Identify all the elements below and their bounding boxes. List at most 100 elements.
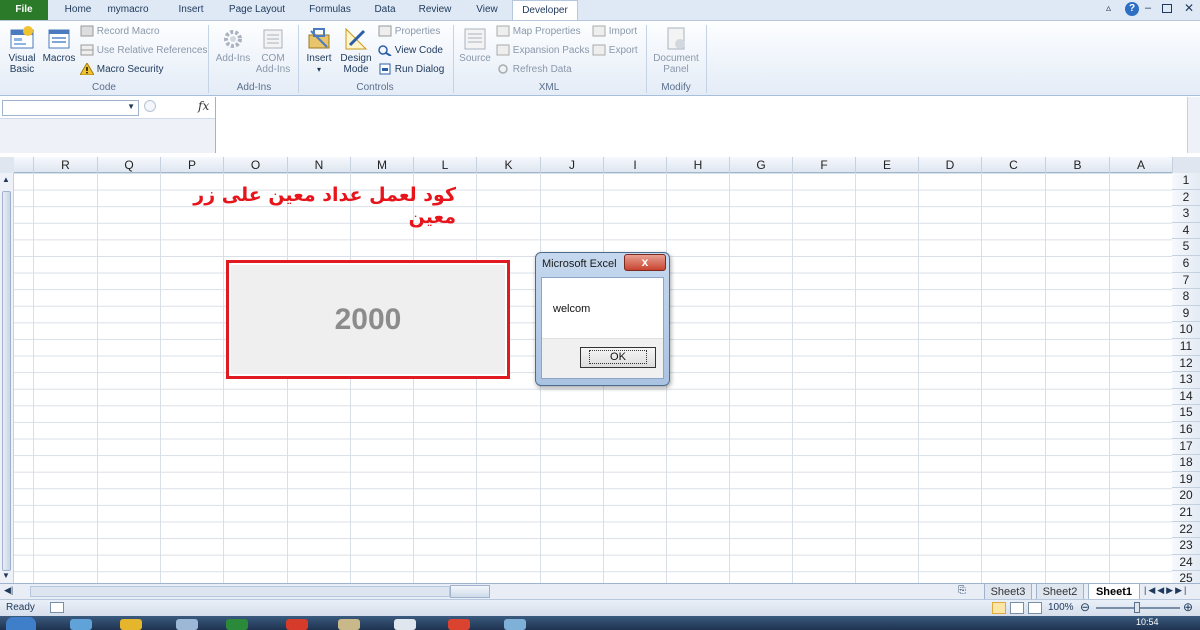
row-header-19[interactable]: 19 [1172, 472, 1200, 489]
taskbar-app-icon[interactable] [394, 619, 416, 630]
zoom-level[interactable]: 100% [1048, 602, 1074, 613]
row-header-13[interactable]: 13 [1172, 372, 1200, 389]
zoom-out-icon[interactable]: ⊖ [1080, 600, 1090, 614]
taskbar-excel-icon[interactable] [226, 619, 248, 630]
taskbar-app-icon[interactable] [504, 619, 526, 630]
tab-home[interactable]: Home [58, 0, 98, 20]
zoom-slider-thumb[interactable] [1134, 602, 1140, 613]
row-header-23[interactable]: 23 [1172, 538, 1200, 555]
tab-data[interactable]: Data [366, 0, 404, 20]
tab-review[interactable]: Review [412, 0, 458, 20]
row-header-16[interactable]: 16 [1172, 422, 1200, 439]
column-header-j[interactable]: J [540, 157, 603, 173]
row-header-14[interactable]: 14 [1172, 389, 1200, 406]
source-button[interactable]: Source [456, 25, 494, 64]
scroll-down-icon[interactable]: ▼ [2, 571, 10, 580]
com-add-ins-button[interactable]: COM Add-Ins [254, 25, 292, 75]
sheet-tab-sheet2[interactable]: Sheet2 [1036, 584, 1084, 600]
formula-input[interactable] [215, 97, 1187, 153]
expansion-packs-button[interactable]: Expansion Packs [496, 44, 590, 58]
start-button-icon[interactable] [6, 617, 36, 630]
name-box[interactable]: ▼ [2, 100, 139, 116]
tab-view[interactable]: View [468, 0, 506, 20]
column-header-c[interactable]: C [981, 157, 1045, 173]
tab-formulas[interactable]: Formulas [302, 0, 358, 20]
taskbar-app-icon[interactable] [120, 619, 142, 630]
dialog-close-button[interactable]: x [624, 254, 666, 271]
import-button[interactable]: Import [592, 25, 637, 39]
macro-security-button[interactable]: Macro Security [80, 63, 163, 77]
document-panel-button[interactable]: Document Panel [650, 25, 702, 75]
column-header-e[interactable]: E [855, 157, 918, 173]
sheet-tab-sheet1[interactable]: Sheet1 [1088, 584, 1140, 600]
row-header-9[interactable]: 9 [1172, 306, 1200, 323]
sheet-navigation-icons[interactable]: |◀◀▶▶| [1144, 585, 1188, 596]
run-dialog-button[interactable]: Run Dialog [378, 63, 444, 77]
column-header-l[interactable]: L [413, 157, 476, 173]
row-header-2[interactable]: 2 [1172, 190, 1200, 207]
row-header-21[interactable]: 21 [1172, 505, 1200, 522]
tab-file[interactable]: File [0, 0, 48, 20]
column-header-b[interactable]: B [1045, 157, 1109, 173]
macros-button[interactable]: Macros [42, 25, 76, 64]
insert-control-button[interactable]: Insert ▾ [302, 25, 336, 75]
insert-function-icon[interactable]: fx [198, 99, 209, 113]
ok-button[interactable]: OK [580, 347, 656, 368]
column-header-d[interactable]: D [918, 157, 981, 173]
row-header-1[interactable]: 1 [1172, 173, 1200, 190]
minimize-ribbon-icon[interactable]: ▵ [1106, 3, 1118, 15]
refresh-data-button[interactable]: Refresh Data [496, 63, 572, 77]
add-ins-button[interactable]: Add-Ins [213, 25, 253, 64]
column-header-g[interactable]: G [729, 157, 792, 173]
window-restore-icon[interactable] [1162, 4, 1172, 13]
window-minimize-icon[interactable]: – [1145, 2, 1157, 14]
row-header-20[interactable]: 20 [1172, 488, 1200, 505]
properties-button[interactable]: Properties [378, 25, 440, 39]
window-close-icon[interactable]: ✕ [1184, 1, 1194, 15]
column-header-r[interactable]: R [33, 157, 97, 173]
export-button[interactable]: Export [592, 44, 638, 58]
vertical-scroll-thumb[interactable] [2, 191, 11, 571]
row-header-18[interactable]: 18 [1172, 455, 1200, 472]
tab-mymacro[interactable]: mymacro [102, 0, 154, 20]
page-layout-view-icon[interactable] [1010, 602, 1024, 614]
vertical-scrollbar[interactable]: ▲ ▼ [0, 173, 14, 583]
column-header-a[interactable]: A [1109, 157, 1172, 173]
row-header-24[interactable]: 24 [1172, 555, 1200, 572]
column-header-o[interactable]: O [223, 157, 287, 173]
column-header-q[interactable]: Q [97, 157, 160, 173]
row-header-5[interactable]: 5 [1172, 239, 1200, 256]
row-header-10[interactable]: 10 [1172, 322, 1200, 339]
taskbar-app-icon[interactable] [338, 619, 360, 630]
map-properties-button[interactable]: Map Properties [496, 25, 581, 39]
name-box-dropdown-icon[interactable]: ▼ [127, 102, 135, 111]
formula-bar-handle-icon[interactable] [144, 100, 156, 112]
column-header-n[interactable]: N [287, 157, 350, 173]
row-header-4[interactable]: 4 [1172, 223, 1200, 240]
column-header-h[interactable]: H [666, 157, 729, 173]
zoom-in-icon[interactable]: ⊕ [1183, 600, 1193, 614]
horizontal-scroll-left-icon[interactable]: ◀| [4, 585, 30, 596]
row-header-22[interactable]: 22 [1172, 522, 1200, 539]
row-header-7[interactable]: 7 [1172, 273, 1200, 290]
row-header-6[interactable]: 6 [1172, 256, 1200, 273]
tab-page-layout[interactable]: Page Layout [224, 0, 290, 20]
visual-basic-button[interactable]: Visual Basic [4, 25, 40, 75]
column-header-k[interactable]: K [476, 157, 540, 173]
view-code-button[interactable]: View Code [378, 44, 443, 58]
record-macro-button[interactable]: Record Macro [80, 25, 160, 39]
page-break-view-icon[interactable] [1028, 602, 1042, 614]
insert-worksheet-icon[interactable]: ⎘ [958, 585, 976, 596]
column-header-f[interactable]: F [792, 157, 855, 173]
horizontal-scroll-thumb[interactable] [450, 585, 490, 598]
use-relative-references-button[interactable]: Use Relative References [80, 44, 207, 58]
row-header-11[interactable]: 11 [1172, 339, 1200, 356]
horizontal-scroll-track[interactable] [30, 586, 450, 597]
taskbar-app-icon[interactable] [176, 619, 198, 630]
taskbar-app-icon[interactable] [448, 619, 470, 630]
sheet-tab-sheet3[interactable]: Sheet3 [984, 584, 1032, 600]
counter-button[interactable]: 2000 [226, 260, 510, 379]
row-header-17[interactable]: 17 [1172, 439, 1200, 456]
normal-view-icon[interactable] [992, 602, 1006, 614]
design-mode-button[interactable]: Design Mode [338, 25, 374, 75]
